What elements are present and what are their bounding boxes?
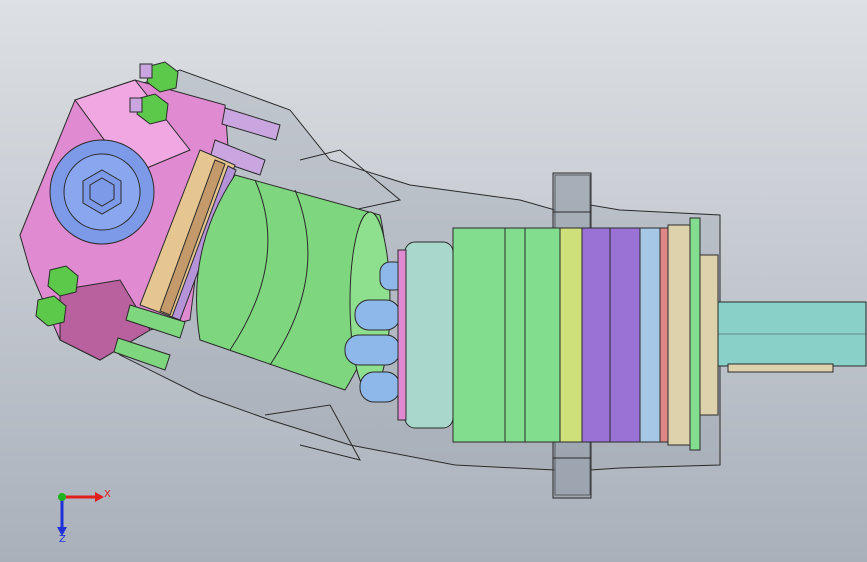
x-axis-label: X xyxy=(104,489,111,500)
hex-bolt-head[interactable] xyxy=(49,139,155,245)
drive-shaft[interactable] xyxy=(717,301,867,373)
valve-plate[interactable] xyxy=(397,241,454,429)
bearing-stack[interactable] xyxy=(452,217,719,451)
y-axis-dot xyxy=(58,493,66,501)
model-view[interactable]: X Z xyxy=(0,0,867,562)
cad-viewport[interactable]: X Z xyxy=(0,0,867,562)
z-axis-label: Z xyxy=(59,534,66,545)
